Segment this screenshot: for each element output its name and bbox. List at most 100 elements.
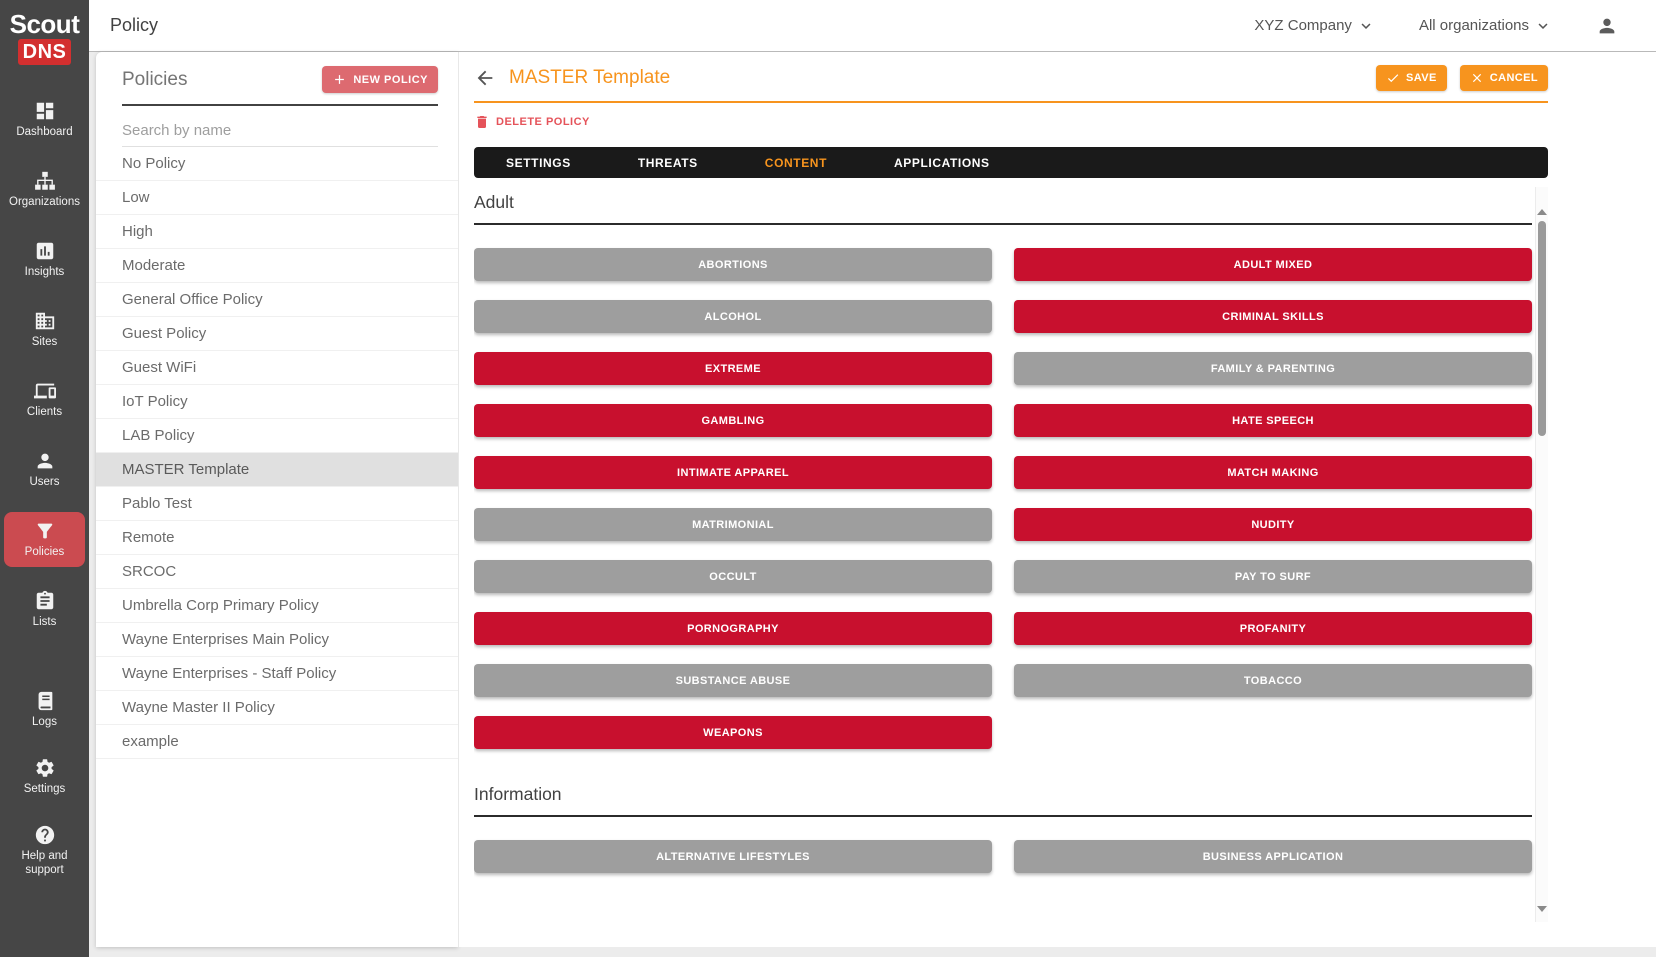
sidebar-item-label: Sites <box>32 335 58 349</box>
save-button[interactable]: SAVE <box>1376 65 1447 91</box>
policy-list-item-lab-policy[interactable]: LAB Policy <box>96 419 458 453</box>
delete-policy-button[interactable]: DELETE POLICY <box>474 114 590 130</box>
sidebar-item-insights[interactable]: Insights <box>4 232 85 287</box>
sidebar-item-sites[interactable]: Sites <box>4 302 85 357</box>
category-toggle-intimate-apparel[interactable]: INTIMATE APPAREL <box>474 456 992 489</box>
user-icon <box>1596 15 1618 37</box>
category-toggle-alcohol[interactable]: ALCOHOL <box>474 300 992 333</box>
policy-list-item-high[interactable]: High <box>96 215 458 249</box>
policy-list-item-remote[interactable]: Remote <box>96 521 458 555</box>
organization-dropdown[interactable]: All organizations <box>1419 17 1552 35</box>
sidebar-item-label: Insights <box>25 265 65 279</box>
policy-list-item-wayne-enterprises-staff-policy[interactable]: Wayne Enterprises - Staff Policy <box>96 657 458 691</box>
policy-list-item-low[interactable]: Low <box>96 181 458 215</box>
chevron-down-icon <box>1357 17 1375 35</box>
section-title-information: Information <box>474 779 1532 817</box>
tab-settings[interactable]: SETTINGS <box>496 156 581 170</box>
policy-list-item-wayne-enterprises-main-policy[interactable]: Wayne Enterprises Main Policy <box>96 623 458 657</box>
policy-list-item-example[interactable]: example <box>96 725 458 759</box>
tab-bar: SETTINGS THREATS CONTENT APPLICATIONS <box>474 147 1548 178</box>
sidebar-item-label: Lists <box>33 615 57 629</box>
category-toggle-extreme[interactable]: EXTREME <box>474 352 992 385</box>
scrollbar-down-arrow[interactable] <box>1537 906 1547 912</box>
sidebar-item-label: Clients <box>27 405 62 419</box>
category-toggle-weapons[interactable]: WEAPONS <box>474 716 992 749</box>
policy-list-item-srcoc[interactable]: SRCOC <box>96 555 458 589</box>
category-toggle-hate-speech[interactable]: HATE SPEECH <box>1014 404 1532 437</box>
category-toggle-adult-mixed[interactable]: ADULT MIXED <box>1014 248 1532 281</box>
policy-list-item-no-policy[interactable]: No Policy <box>96 147 458 181</box>
logs-icon <box>34 690 56 712</box>
category-toggle-business-application[interactable]: BUSINESS APPLICATION <box>1014 840 1532 873</box>
policy-list-item-iot-policy[interactable]: IoT Policy <box>96 385 458 419</box>
topbar: Policy XYZ Company All organizations <box>89 0 1656 52</box>
close-icon <box>1470 71 1484 85</box>
sidebar-item-dashboard[interactable]: Dashboard <box>4 92 85 147</box>
tab-content[interactable]: CONTENT <box>755 156 837 170</box>
category-toggle-family-parenting[interactable]: FAMILY & PARENTING <box>1014 352 1532 385</box>
sidebar-item-logs[interactable]: Logs <box>4 682 85 737</box>
check-icon <box>1386 71 1400 85</box>
scrollbar-thumb[interactable] <box>1538 221 1546 436</box>
sidebar-item-label: Dashboard <box>16 125 72 139</box>
sidebar-item-label: Settings <box>24 782 66 796</box>
account-button[interactable] <box>1596 15 1618 37</box>
clients-icon <box>34 380 56 402</box>
category-toggle-occult[interactable]: OCCULT <box>474 560 992 593</box>
policy-list-item-guest-policy[interactable]: Guest Policy <box>96 317 458 351</box>
sidebar-item-settings[interactable]: Settings <box>4 749 85 804</box>
category-toggle-profanity[interactable]: PROFANITY <box>1014 612 1532 645</box>
category-toggle-nudity[interactable]: NUDITY <box>1014 508 1532 541</box>
tab-applications[interactable]: APPLICATIONS <box>884 156 1000 170</box>
category-toggle-substance-abuse[interactable]: SUBSTANCE ABUSE <box>474 664 992 697</box>
organization-dropdown-label: All organizations <box>1419 17 1529 34</box>
policy-list-item-master-template[interactable]: MASTER Template <box>96 453 458 487</box>
category-toggle-alternative-lifestyles[interactable]: ALTERNATIVE LIFESTYLES <box>474 840 992 873</box>
policy-list-item-pablo-test[interactable]: Pablo Test <box>96 487 458 521</box>
category-grid: ALTERNATIVE LIFESTYLES BUSINESS APPLICATI… <box>474 840 1532 873</box>
scrollbar-up-arrow[interactable] <box>1537 209 1547 215</box>
scrollbar[interactable] <box>1535 187 1548 922</box>
sidebar-spacer <box>0 637 89 682</box>
sidebar-item-label: Users <box>29 475 59 489</box>
back-button[interactable] <box>474 67 496 89</box>
sidebar-item-clients[interactable]: Clients <box>4 372 85 427</box>
tab-threats[interactable]: THREATS <box>628 156 708 170</box>
policy-list-item-umbrella-corp-primary-policy[interactable]: Umbrella Corp Primary Policy <box>96 589 458 623</box>
category-toggle-matrimonial[interactable]: MATRIMONIAL <box>474 508 992 541</box>
category-toggle-match-making[interactable]: MATCH MAKING <box>1014 456 1532 489</box>
category-toggle-gambling[interactable]: GAMBLING <box>474 404 992 437</box>
category-toggle-abortions[interactable]: ABORTIONS <box>474 248 992 281</box>
sidebar-item-label: Logs <box>32 715 57 729</box>
cancel-button[interactable]: CANCEL <box>1460 65 1548 91</box>
policies-panel-title: Policies <box>122 69 187 91</box>
lists-icon <box>34 590 56 612</box>
category-toggle-criminal-skills[interactable]: CRIMINAL SKILLS <box>1014 300 1532 333</box>
arrow-back-icon <box>474 67 496 89</box>
category-toggle-pay-to-surf[interactable]: PAY TO SURF <box>1014 560 1532 593</box>
policy-list-item-wayne-master-ii-policy[interactable]: Wayne Master II Policy <box>96 691 458 725</box>
search-input[interactable] <box>122 120 438 147</box>
policy-editor-panel: MASTER Template SAVE CANCEL DELETE POLIC… <box>458 52 1656 947</box>
help-icon <box>34 824 56 846</box>
company-dropdown[interactable]: XYZ Company <box>1254 17 1375 35</box>
policy-search <box>122 106 438 147</box>
sidebar-item-help[interactable]: Help and support <box>4 816 85 885</box>
users-icon <box>34 450 56 472</box>
content-row: Policies NEW POLICY No PolicyLowHighMode… <box>89 52 1656 947</box>
sidebar-item-policies[interactable]: Policies <box>4 512 85 567</box>
policy-list: No PolicyLowHighModerateGeneral Office P… <box>96 147 458 759</box>
sidebar-item-users[interactable]: Users <box>4 442 85 497</box>
plus-icon <box>332 72 347 87</box>
brand-logo[interactable]: Scout DNS <box>0 0 89 92</box>
category-toggle-pornography[interactable]: PORNOGRAPHY <box>474 612 992 645</box>
policy-list-item-moderate[interactable]: Moderate <box>96 249 458 283</box>
category-toggle-tobacco[interactable]: TOBACCO <box>1014 664 1532 697</box>
policy-list-item-guest-wifi[interactable]: Guest WiFi <box>96 351 458 385</box>
sidebar-footer-nav: Logs Settings Help and support <box>0 682 89 957</box>
category-sections: AdultABORTIONSADULT MIXEDALCOHOLCRIMINAL… <box>474 187 1532 873</box>
new-policy-button[interactable]: NEW POLICY <box>322 66 438 93</box>
sidebar-item-organizations[interactable]: Organizations <box>4 162 85 217</box>
sidebar-item-lists[interactable]: Lists <box>4 582 85 637</box>
policy-list-item-general-office-policy[interactable]: General Office Policy <box>96 283 458 317</box>
